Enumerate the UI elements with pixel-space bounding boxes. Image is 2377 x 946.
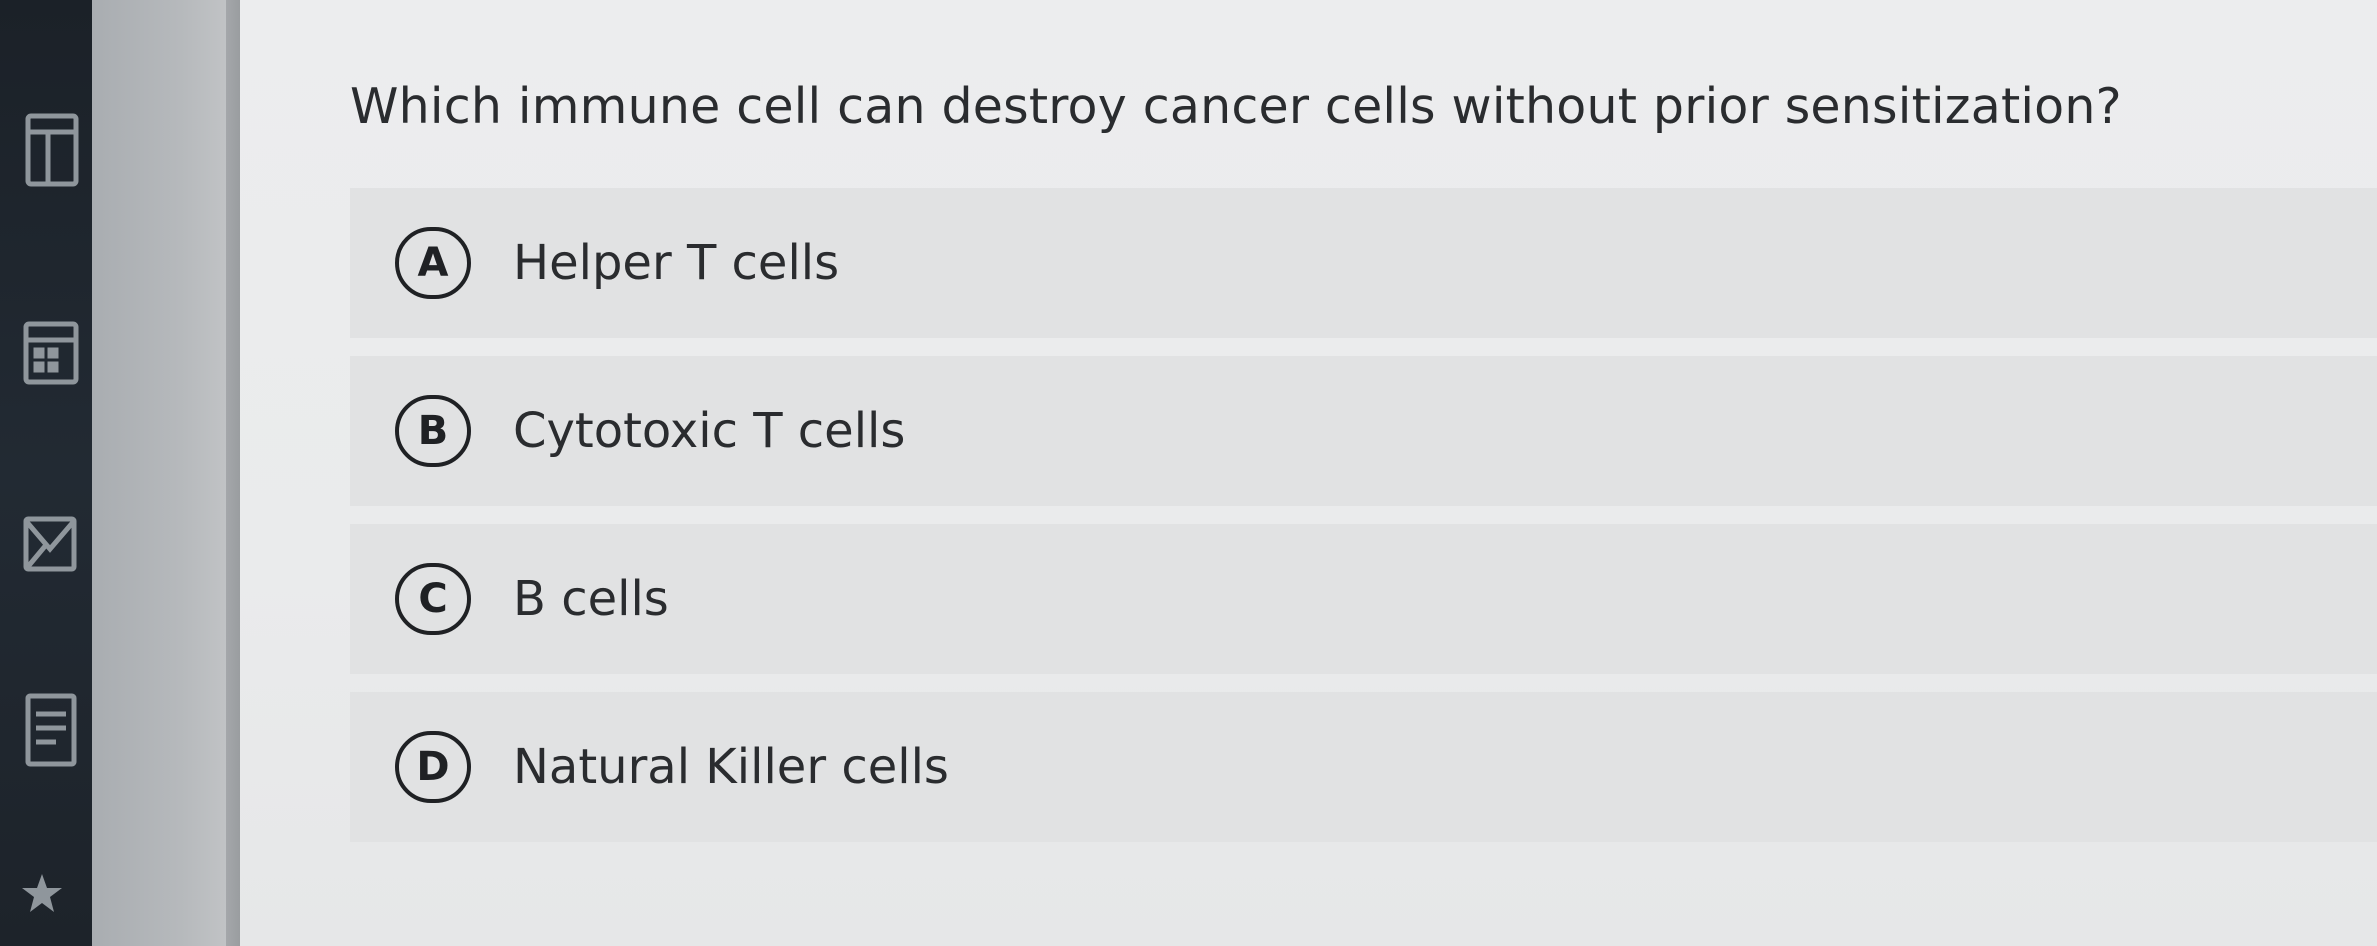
option-letter-c: C <box>395 563 471 635</box>
sidebar-panel <box>92 0 240 946</box>
option-b[interactable]: B Cytotoxic T cells <box>350 356 2377 506</box>
option-label-c: B cells <box>513 571 669 627</box>
sidebar-edge <box>226 0 240 946</box>
calendar-icon[interactable] <box>22 310 82 390</box>
option-letter-d: D <box>395 731 471 803</box>
star-icon[interactable] <box>22 870 82 930</box>
option-label-a: Helper T cells <box>513 235 840 291</box>
mail-icon[interactable] <box>22 505 82 585</box>
question-text: Which immune cell can destroy cancer cel… <box>350 78 2122 135</box>
option-d[interactable]: D Natural Killer cells <box>350 692 2377 842</box>
option-c[interactable]: C B cells <box>350 524 2377 674</box>
option-letter-b: B <box>395 395 471 467</box>
option-label-d: Natural Killer cells <box>513 739 949 795</box>
option-a[interactable]: A Helper T cells <box>350 188 2377 338</box>
app-rail <box>0 0 92 946</box>
layout-icon[interactable] <box>22 110 82 190</box>
option-letter-a: A <box>395 227 471 299</box>
document-icon[interactable] <box>22 690 82 770</box>
option-label-b: Cytotoxic T cells <box>513 403 906 459</box>
screen: Which immune cell can destroy cancer cel… <box>0 0 2377 946</box>
quiz-panel: Which immune cell can destroy cancer cel… <box>240 0 2377 946</box>
